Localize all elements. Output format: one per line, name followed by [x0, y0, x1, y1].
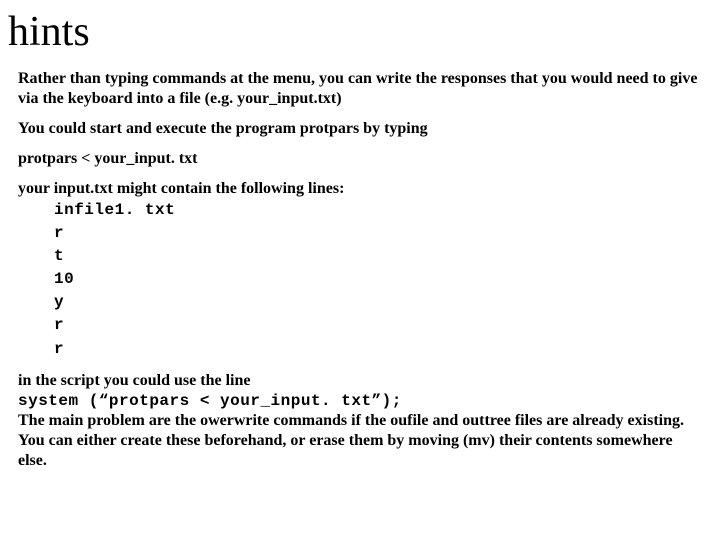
input-line-1: infile1. txt	[54, 199, 702, 222]
script-usage-intro: in the script you could use the line	[18, 372, 250, 389]
input-line-4: 10	[54, 268, 702, 291]
input-line-6: r	[54, 314, 702, 337]
command-line-example: protpars < your_input. txt	[18, 149, 702, 169]
system-call-line: system (“protpars < your_input. txt”);	[18, 392, 402, 410]
input-file-block: your input.txt might contain the followi…	[18, 179, 702, 361]
page-title: hints	[8, 6, 702, 59]
overwrite-warning: The main problem are the owerwrite comma…	[18, 412, 684, 469]
input-line-3: t	[54, 245, 702, 268]
paragraph-intro: Rather than typing commands at the menu,…	[18, 69, 702, 109]
paragraph-start-execute: You could start and execute the program …	[18, 119, 702, 139]
input-line-2: r	[54, 222, 702, 245]
script-usage-block: in the script you could use the line sys…	[18, 371, 702, 471]
input-line-7: r	[54, 338, 702, 361]
input-file-intro: your input.txt might contain the followi…	[18, 180, 344, 197]
input-line-5: y	[54, 291, 702, 314]
